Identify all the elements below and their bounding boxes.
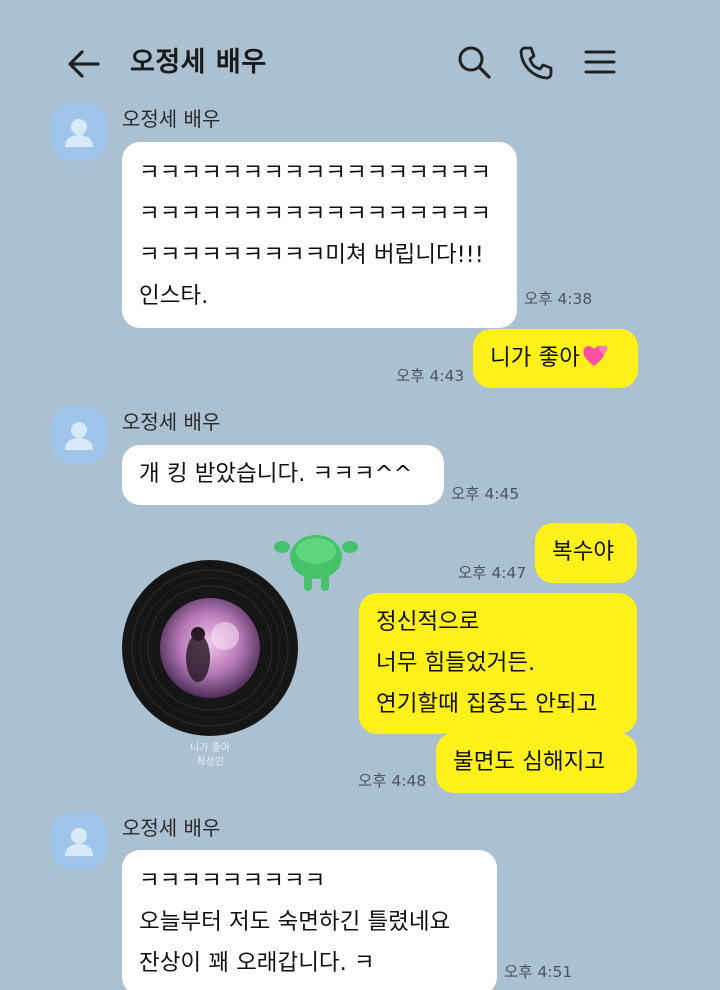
message-line: 개 킹 받았습니다. ㅋㅋㅋ^^ [139,461,413,487]
message-line: 인스타. [139,283,209,309]
message-time: 오후 4:47 [458,564,527,582]
message-time: 오후 4:51 [504,963,573,981]
message-line: 너무 힘들었거든. [376,650,536,676]
message-time: 오후 4:43 [396,367,465,385]
avatar[interactable] [50,812,108,870]
message-bubble[interactable]: 정신적으로 너무 힘들었거든. 연기할때 집중도 안되고 [359,593,637,734]
sender-name: 오정세 배우 [122,410,221,434]
message-line: 연기할때 집중도 안되고 [376,691,598,717]
album-title: 니가 좋아 [190,743,230,754]
search-icon[interactable] [454,42,494,82]
hamburger-menu-icon[interactable] [580,42,620,82]
message-bubble[interactable]: 복수야 [535,523,637,583]
album-artist: 최성민 [196,757,224,768]
vinyl-record-image[interactable] [120,558,300,738]
message-bubble[interactable]: 불면도 심해지고 [436,733,637,793]
message-text: 복수야 [552,539,615,565]
chat-title: 오정세 배우 [130,47,267,78]
message-text: 불면도 심해지고 [453,749,606,775]
message-bubble[interactable]: ㅋㅋㅋㅋㅋㅋㅋㅋㅋ 오늘부터 저도 숙면하긴 틀렸네요 잔상이 꽤 오래갑니다.… [122,850,497,990]
message-line: ㅋㅋㅋㅋㅋㅋㅋㅋㅋ미쳐 버립니다!!! [139,242,484,268]
message-time: 오후 4:45 [451,485,520,503]
message-text: 니가 좋아 [490,345,580,371]
avatar[interactable] [50,103,108,161]
two-hearts-emoji [581,341,611,382]
back-arrow-icon[interactable] [64,44,104,84]
message-line: ㅋㅋㅋㅋㅋㅋㅋㅋㅋㅋㅋㅋㅋㅋㅋㅋㅋ [139,160,491,186]
message-line: 잔상이 꽤 오래갑니다. ㅋ [139,950,375,976]
message-bubble[interactable]: ㅋㅋㅋㅋㅋㅋㅋㅋㅋㅋㅋㅋㅋㅋㅋㅋㅋ ㅋㅋㅋㅋㅋㅋㅋㅋㅋㅋㅋㅋㅋㅋㅋㅋㅋ ㅋㅋㅋㅋ… [122,142,517,328]
message-line: ㅋㅋㅋㅋㅋㅋㅋㅋㅋㅋㅋㅋㅋㅋㅋㅋㅋ [139,201,491,227]
message-line: 오늘부터 저도 숙면하긴 틀렸네요 [139,909,451,935]
message-bubble[interactable]: 니가 좋아 [473,329,638,388]
sender-name: 오정세 배우 [122,107,221,131]
sender-name: 오정세 배우 [122,816,221,840]
message-time: 오후 4:48 [358,772,427,790]
message-line: 정신적으로 [376,609,480,635]
chat-header: 오정세 배우 [0,0,720,110]
phone-icon[interactable] [516,42,556,82]
avatar[interactable] [50,406,108,464]
message-bubble[interactable]: 개 킹 받았습니다. ㅋㅋㅋ^^ [122,445,444,505]
message-line: ㅋㅋㅋㅋㅋㅋㅋㅋㅋ [139,868,326,894]
message-time: 오후 4:38 [524,290,593,308]
